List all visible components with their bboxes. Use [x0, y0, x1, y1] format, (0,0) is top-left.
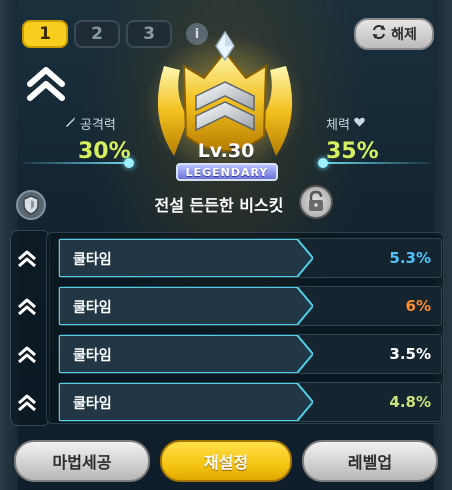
option-label: 쿨타임: [73, 252, 112, 268]
health-stat-line: [322, 162, 430, 164]
option-row-4[interactable]: 쿨타임 4.8%: [12, 382, 442, 422]
level-up-button[interactable]: 레벨업: [302, 440, 438, 482]
attack-value: 30%: [78, 139, 131, 164]
lock-icon[interactable]: [299, 185, 333, 219]
magic-craft-button[interactable]: 마법세공: [14, 440, 150, 482]
health-stat: 체력 35%: [326, 114, 379, 164]
option-value: 6%: [405, 297, 431, 315]
health-label: 체력: [326, 118, 350, 133]
attack-stat-dot: [124, 158, 134, 168]
rarity-badge: LEGENDARY: [176, 163, 278, 181]
chevron-up-icon: [16, 344, 38, 366]
tab-2[interactable]: 2: [74, 20, 120, 48]
tab-1[interactable]: 1: [22, 20, 68, 48]
option-bar: 쿨타임 5.3%: [58, 238, 442, 278]
option-row-2[interactable]: 쿨타임 6%: [12, 286, 442, 326]
refresh-icon: [371, 24, 387, 44]
attack-label: 공격력: [80, 118, 116, 133]
option-label: 쿨타임: [73, 300, 112, 316]
option-row-1[interactable]: 쿨타임 5.3%: [12, 238, 442, 278]
option-value: 5.3%: [389, 249, 431, 267]
option-label: 쿨타임: [73, 396, 112, 412]
grade-chevron-icon: [24, 62, 68, 106]
health-value: 35%: [326, 139, 379, 164]
option-label: 쿨타임: [73, 348, 112, 364]
unset-button[interactable]: 해제: [354, 18, 434, 50]
heart-icon: [354, 116, 365, 131]
chevron-up-icon: [16, 296, 38, 318]
pen-icon: [64, 116, 76, 132]
option-row-3[interactable]: 쿨타임 3.5%: [12, 334, 442, 374]
reset-button[interactable]: 재설정: [160, 440, 292, 482]
option-bar: 쿨타임 4.8%: [58, 382, 442, 422]
option-value: 3.5%: [389, 345, 431, 363]
chevron-up-icon: [16, 248, 38, 270]
attack-stat-line: [22, 162, 130, 164]
attack-stat: 공격력 30%: [64, 114, 131, 164]
chevron-up-icon: [16, 392, 38, 414]
health-stat-dot: [318, 158, 328, 168]
option-bar: 쿨타임 3.5%: [58, 334, 442, 374]
option-bar: 쿨타임 6%: [58, 286, 442, 326]
option-value: 4.8%: [389, 393, 431, 411]
cookie-name: 전설 든든한 비스킷: [154, 196, 284, 215]
unset-label: 해제: [391, 27, 417, 43]
